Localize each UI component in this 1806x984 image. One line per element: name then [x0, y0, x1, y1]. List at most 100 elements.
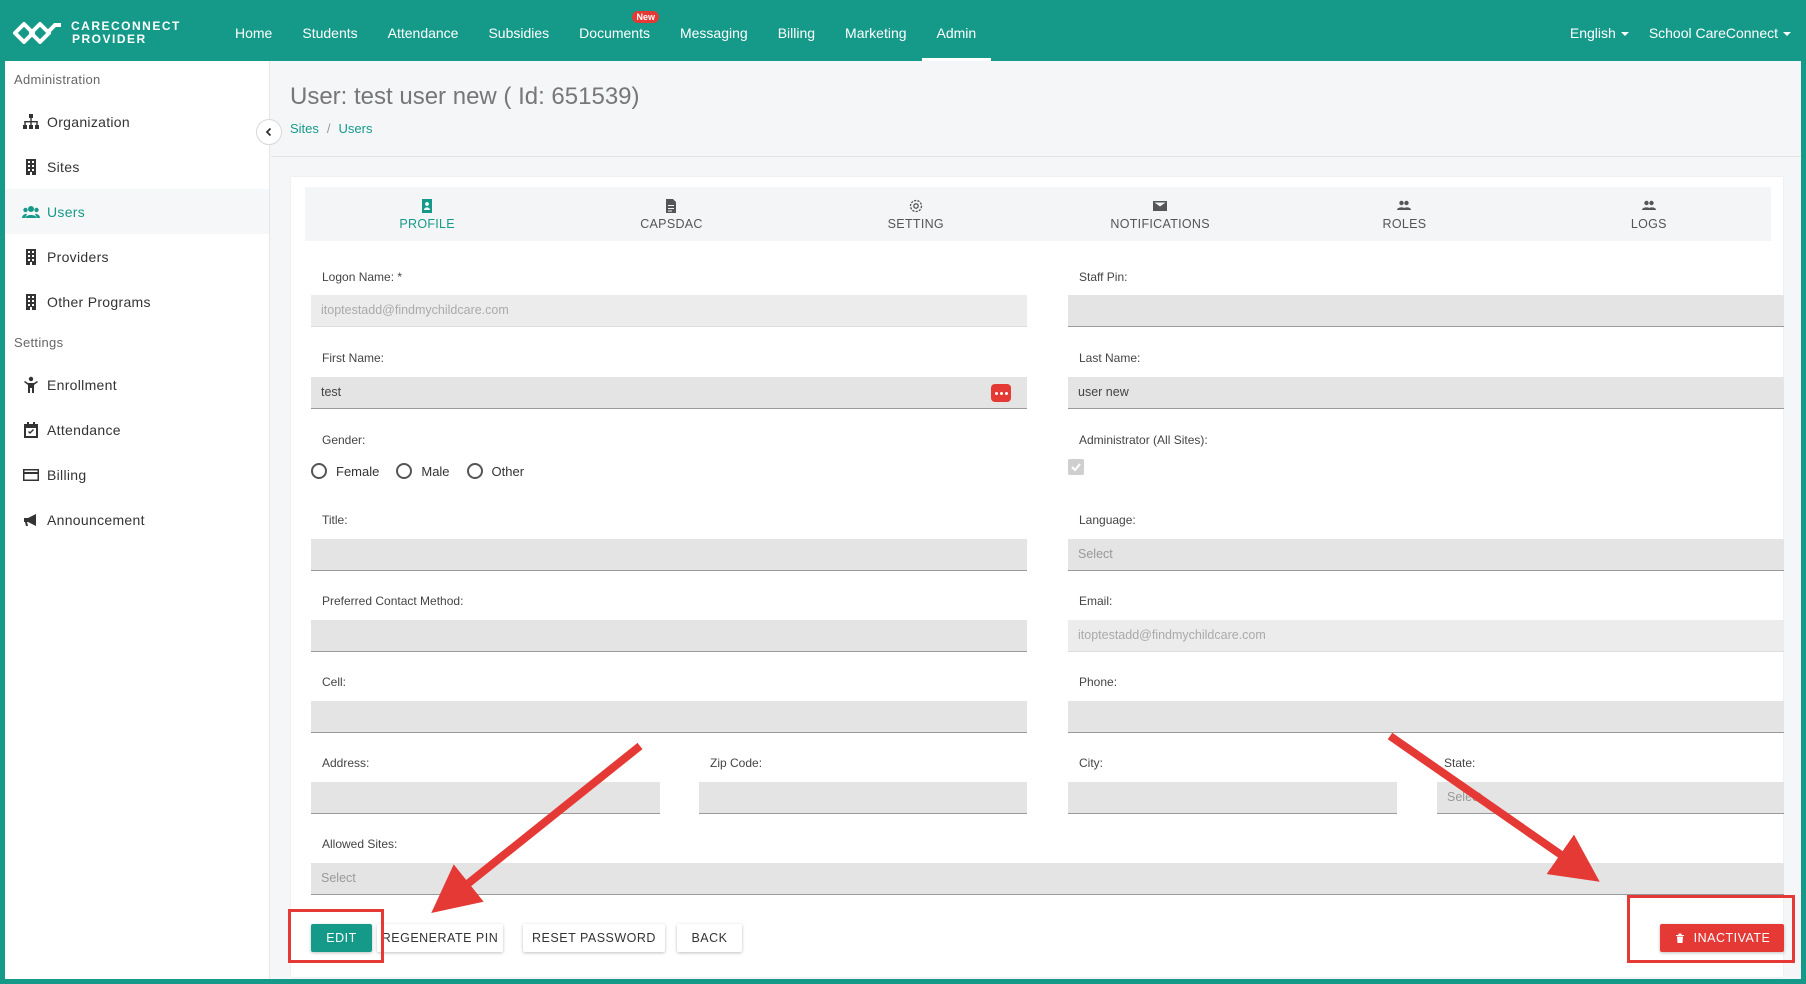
- top-nav: CARECONNECT PROVIDER Home Students Atten…: [5, 5, 1801, 61]
- nav-home[interactable]: Home: [220, 5, 287, 61]
- first-name-value: test: [321, 385, 342, 399]
- radio-circle: [311, 463, 327, 479]
- brand-logo[interactable]: CARECONNECT PROVIDER: [11, 15, 181, 51]
- user-profile-card: PROFILE CAPSDAC SETTING NOTIFICATIONS RO…: [291, 177, 1784, 977]
- breadcrumb-users[interactable]: Users: [339, 121, 373, 136]
- nav-attendance[interactable]: Attendance: [373, 5, 474, 61]
- sidebar-item-organization[interactable]: Organization: [5, 99, 269, 144]
- sidebar-item-label: Providers: [47, 248, 109, 265]
- sidebar-section-administration: Administration: [14, 72, 101, 87]
- administrator-checkbox[interactable]: [1068, 459, 1084, 475]
- sidebar-item-label: Other Programs: [47, 293, 151, 310]
- breadcrumb: Sites / Users: [290, 121, 372, 136]
- building-icon: [26, 248, 36, 265]
- sidebar-item-providers[interactable]: Providers: [5, 234, 269, 279]
- profile-icon: [422, 198, 433, 213]
- sidebar-item-billing[interactable]: Billing: [5, 452, 269, 497]
- title-input[interactable]: [311, 539, 1027, 571]
- tab-label: ROLES: [1382, 216, 1427, 231]
- reset-password-button[interactable]: RESET PASSWORD: [523, 924, 665, 952]
- language-select[interactable]: Select: [1068, 539, 1784, 571]
- allowed-sites-select[interactable]: Select: [311, 863, 1784, 895]
- language-dropdown[interactable]: English: [1560, 5, 1639, 61]
- allowed-sites-label: Allowed Sites:: [322, 837, 398, 851]
- building-icon: [26, 158, 36, 175]
- sidebar-item-other-programs[interactable]: Other Programs: [5, 279, 269, 324]
- tab-label: PROFILE: [399, 216, 455, 231]
- gender-radio-group: Female Male Other: [311, 463, 541, 479]
- city-label: City:: [1079, 756, 1103, 770]
- gear-icon: [909, 199, 922, 212]
- nav-marketing[interactable]: Marketing: [830, 5, 921, 61]
- megaphone-icon: [24, 513, 36, 526]
- nav-documents-label: Documents: [579, 25, 650, 41]
- sidebar-collapse-button[interactable]: [256, 119, 282, 145]
- last-name-label: Last Name:: [1079, 351, 1141, 365]
- sidebar-item-announcement[interactable]: Announcement: [5, 497, 269, 542]
- gender-other-radio[interactable]: Other: [466, 463, 524, 479]
- account-dropdown[interactable]: School CareConnect: [1639, 5, 1801, 61]
- sidebar-item-label: Billing: [47, 466, 87, 483]
- city-input[interactable]: [1068, 782, 1397, 814]
- cell-input[interactable]: [311, 701, 1027, 733]
- sidebar-item-sites[interactable]: Sites: [5, 144, 269, 189]
- page-header: User: test user new ( Id: 651539) Sites /…: [271, 61, 1801, 157]
- last-name-input[interactable]: user new: [1068, 377, 1784, 409]
- gender-male-radio[interactable]: Male: [396, 463, 450, 479]
- radio-circle: [466, 463, 483, 479]
- main-nav: Home Students Attendance Subsidies Docum…: [220, 5, 991, 61]
- preferred-contact-input[interactable]: [311, 620, 1027, 652]
- brand-line2: PROVIDER: [72, 32, 147, 46]
- chevron-left-icon: [265, 127, 272, 137]
- sidebar-item-enrollment[interactable]: Enrollment: [5, 362, 269, 407]
- users-icon: [1641, 200, 1656, 210]
- tab-capsdac[interactable]: CAPSDAC: [549, 187, 793, 241]
- breadcrumb-separator: /: [326, 121, 331, 136]
- tab-label: SETTING: [887, 216, 944, 231]
- email-input[interactable]: itoptestadd@findmychildcare.com: [1068, 620, 1784, 652]
- radio-label: Female: [336, 463, 380, 479]
- sidebar-item-label: Organization: [47, 113, 130, 130]
- gender-label: Gender:: [322, 433, 366, 447]
- tab-roles[interactable]: ROLES: [1282, 187, 1526, 241]
- sidebar-item-label: Announcement: [47, 511, 145, 528]
- check-icon: [1071, 463, 1081, 472]
- title-label: Title:: [322, 513, 348, 527]
- back-button[interactable]: BACK: [677, 924, 742, 952]
- breadcrumb-sites[interactable]: Sites: [290, 121, 319, 136]
- zip-code-input[interactable]: [699, 782, 1027, 814]
- staff-pin-input[interactable]: [1068, 295, 1784, 327]
- more-options-icon[interactable]: [991, 384, 1011, 402]
- calendar-check-icon: [24, 421, 38, 438]
- tab-setting[interactable]: SETTING: [794, 187, 1038, 241]
- sidebar-item-users[interactable]: Users: [5, 189, 269, 234]
- sidebar-item-attendance[interactable]: Attendance: [5, 407, 269, 452]
- radio-circle: [396, 463, 413, 479]
- phone-input[interactable]: [1068, 701, 1784, 733]
- preferred-contact-label: Preferred Contact Method:: [322, 594, 464, 608]
- edit-highlight-box: [288, 909, 384, 963]
- zip-code-label: Zip Code:: [710, 756, 763, 770]
- nav-subsidies[interactable]: Subsidies: [473, 5, 564, 61]
- gender-female-radio[interactable]: Female: [311, 463, 379, 479]
- state-select[interactable]: Select: [1437, 782, 1784, 814]
- sidebar-item-label: Users: [47, 203, 86, 220]
- regenerate-pin-button[interactable]: REGENERATE PIN: [377, 924, 503, 952]
- nav-messaging[interactable]: Messaging: [665, 5, 763, 61]
- tab-notifications[interactable]: NOTIFICATIONS: [1038, 187, 1282, 241]
- chevron-down-icon: [1783, 32, 1791, 37]
- tab-logs[interactable]: LOGS: [1527, 187, 1771, 241]
- address-input[interactable]: [311, 782, 660, 814]
- nav-documents[interactable]: Documents New: [564, 5, 665, 61]
- first-name-input[interactable]: test: [311, 377, 1027, 409]
- logon-name-input[interactable]: itoptestadd@findmychildcare.com: [311, 295, 1027, 327]
- logon-name-label: Logon Name: *: [322, 270, 403, 284]
- nav-admin[interactable]: Admin: [921, 5, 992, 61]
- tab-label: NOTIFICATIONS: [1110, 216, 1210, 231]
- tab-profile[interactable]: PROFILE: [305, 187, 549, 241]
- brand-text: CARECONNECT PROVIDER: [71, 20, 181, 46]
- language-label: English: [1569, 25, 1616, 41]
- users-icon: [22, 205, 40, 218]
- nav-students[interactable]: Students: [287, 5, 372, 61]
- nav-billing[interactable]: Billing: [763, 5, 830, 61]
